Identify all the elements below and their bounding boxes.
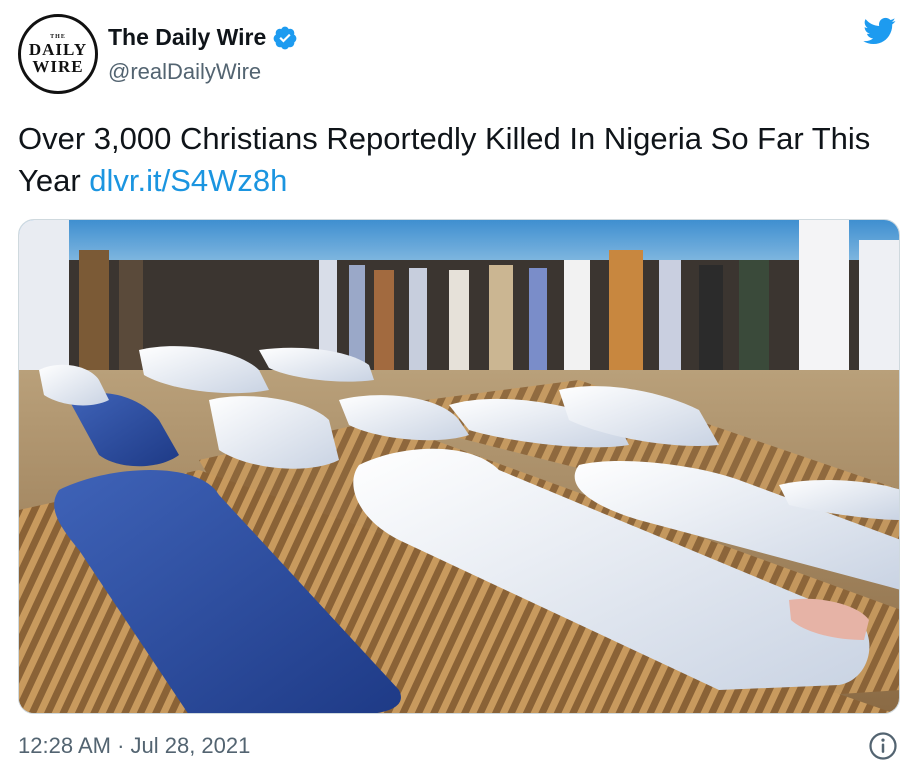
tweet-photo[interactable] [18, 219, 900, 714]
tweet-timestamp[interactable]: 12:28 AM · Jul 28, 2021 [18, 733, 250, 759]
tweet-link[interactable]: dlvr.it/S4Wz8h [89, 163, 287, 198]
avatar-line1: DAILY [28, 39, 88, 59]
twitter-bird-icon[interactable] [860, 14, 898, 48]
info-icon[interactable] [868, 731, 898, 761]
avatar-line2: WIRE [32, 56, 84, 76]
author-name[interactable]: The Daily Wire [108, 24, 266, 51]
author-avatar[interactable]: THE DAILY WIRE [18, 14, 98, 94]
author-name-row[interactable]: The Daily Wire [108, 24, 298, 51]
tweet-card: THE DAILY WIRE The Daily Wire @realDaily… [0, 0, 920, 781]
verified-badge-icon [273, 26, 297, 49]
tweet-text: Over 3,000 Christians Reportedly Killed … [18, 118, 898, 202]
avatar-small-text: THE [50, 33, 66, 40]
photo-illustration [19, 220, 899, 713]
author-handle[interactable]: @realDailyWire [108, 59, 261, 85]
